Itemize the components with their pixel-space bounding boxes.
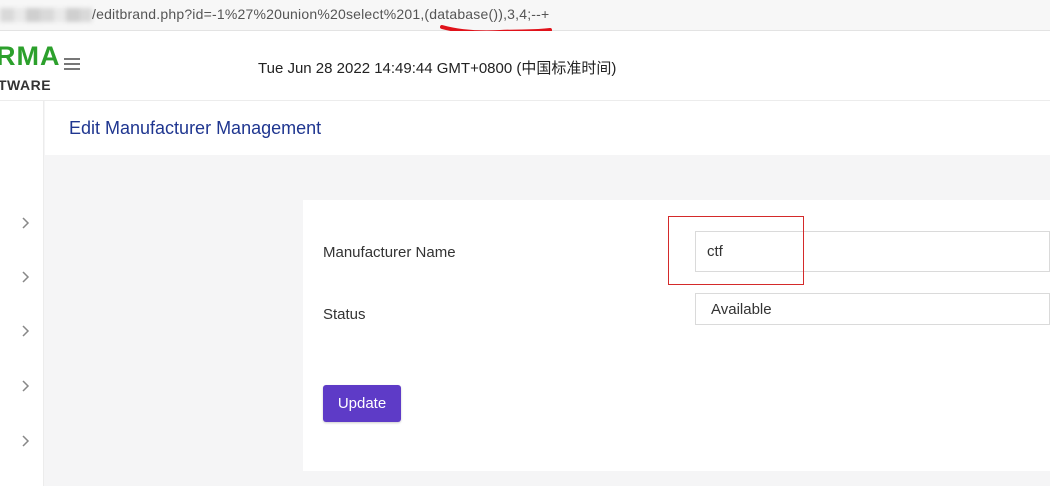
top-navbar: RMA TWARE Tue Jun 28 2022 14:49:44 GMT+0… (0, 31, 1050, 101)
url-text[interactable]: /editbrand.php?id=-1%27%20union%20select… (92, 6, 549, 22)
chevron-right-icon[interactable] (18, 216, 32, 230)
status-label: Status (323, 306, 366, 323)
chevron-right-icon[interactable] (18, 379, 32, 393)
sidebar (0, 101, 44, 486)
menu-toggle-icon[interactable] (64, 58, 80, 72)
chevron-right-icon[interactable] (18, 434, 32, 448)
status-select[interactable]: Available (695, 293, 1050, 325)
chevron-right-icon[interactable] (18, 324, 32, 338)
chevron-right-icon[interactable] (18, 270, 32, 284)
update-button[interactable]: Update (323, 385, 401, 422)
page-title: Edit Manufacturer Management (69, 118, 322, 138)
logo-subtitle: TWARE (0, 77, 52, 93)
current-datetime: Tue Jun 28 2022 14:49:44 GMT+0800 (中国标准时… (258, 60, 617, 77)
address-bar[interactable]: /editbrand.php?id=-1%27%20union%20select… (0, 0, 1050, 35)
manufacturer-name-input[interactable]: ctf (695, 231, 1050, 272)
page-header: Edit Manufacturer Management (45, 101, 1050, 155)
manufacturer-name-label: Manufacturer Name (323, 244, 456, 261)
logo[interactable]: RMA (0, 41, 61, 72)
redacted-host (0, 8, 92, 22)
